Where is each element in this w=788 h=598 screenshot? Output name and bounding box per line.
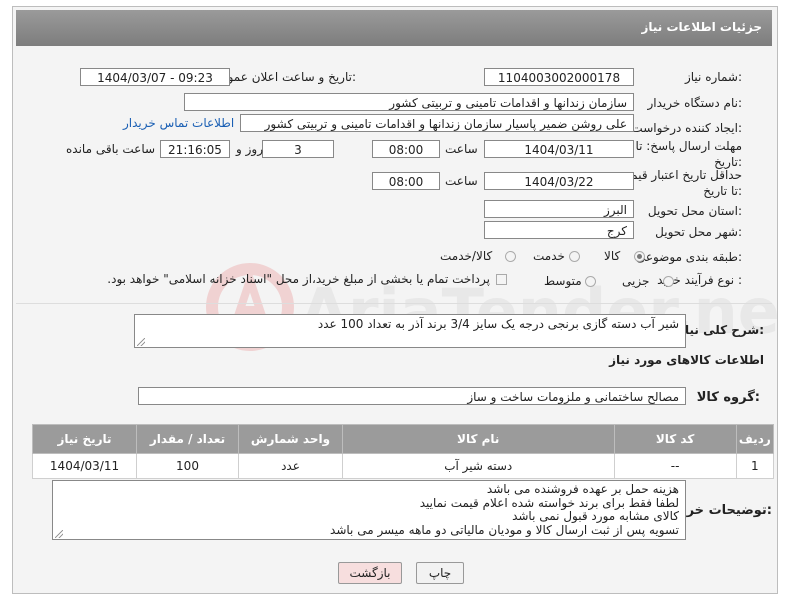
goods-table-header: ردیف کد کالا نام کالا واحد شمارش تعداد /… (31, 424, 775, 454)
purchase-option-minor: جزیی (622, 274, 650, 288)
need-number-label: شماره نیاز: (684, 70, 742, 84)
row-quantity: 100 (136, 453, 239, 479)
validity-time-field: 08:00 (372, 172, 440, 190)
row-unit: عدد (237, 453, 343, 479)
days-label: روز و (236, 142, 263, 156)
city-field: کرج (484, 221, 634, 239)
city-label: شهر محل تحویل: (655, 225, 742, 239)
column-header-date: تاریخ نیاز (31, 424, 138, 454)
row-index: 1 (735, 453, 775, 479)
reply-time-field: 08:00 (372, 140, 440, 158)
column-header-name: نام کالا (341, 424, 615, 454)
remaining-time-field: 21:16:05 (160, 140, 230, 158)
reply-date-field: 1404/03/11 (484, 140, 634, 158)
goods-table: ردیف کد کالا نام کالا واحد شمارش تعداد /… (31, 424, 775, 479)
category-label: طبقه بندی موضوعی: (635, 250, 742, 264)
buyer-note-line: هزینه حمل بر عهده فروشنده می باشد (486, 482, 679, 496)
category-option-service: خدمت (533, 249, 565, 263)
row-date: 1404/03/11 (31, 453, 138, 479)
back-button[interactable]: بازگشت (338, 562, 402, 584)
days-field: 3 (262, 140, 334, 158)
row-name: دسته شیر آب (341, 453, 615, 479)
description-text: شیر آب دسته گازی برنجی درجه یک سایز 3/4 … (317, 317, 679, 331)
column-header-unit: واحد شمارش (237, 424, 343, 454)
goods-group-label: گروه کالا: (696, 390, 760, 405)
category-option-goods: کالا (604, 249, 621, 263)
buyer-note-line: کالای مشابه مورد قبول نمی باشد (512, 509, 679, 523)
page-header: جزئیات اطلاعات نیاز (16, 10, 772, 46)
province-label: استان محل تحویل: (647, 204, 742, 218)
province-field: البرز (484, 200, 634, 218)
reply-time-label: ساعت (445, 142, 478, 156)
purchase-option-medium: متوسط (544, 274, 582, 288)
announce-date-field: 1404/03/07 - 09:23 (80, 68, 230, 86)
treasury-payment-note: پرداخت تمام یا بخشی از مبلغ خرید،از محل … (107, 272, 490, 286)
goods-group-field: مصالح ساختمانی و ملزومات ساخت و ساز (138, 387, 686, 405)
treasury-payment-checkbox[interactable] (496, 274, 507, 285)
buyer-org-field: سازمان زندانها و اقدامات تامینی و تربیتی… (184, 93, 634, 111)
category-radio-goods[interactable] (634, 251, 645, 262)
resize-grip-icon[interactable] (55, 530, 63, 538)
row-code: -- (613, 453, 737, 479)
description-label: شرح کلی نیاز: (678, 323, 764, 337)
creator-label: ایجاد کننده درخواست: (631, 121, 742, 135)
category-radio-goods-service[interactable] (505, 251, 516, 262)
description-textarea[interactable]: شیر آب دسته گازی برنجی درجه یک سایز 3/4 … (134, 314, 686, 348)
buyer-contact-link[interactable]: اطلاعات تماس خریدار (123, 116, 234, 130)
purchase-radio-minor[interactable] (663, 276, 674, 287)
print-button[interactable]: چاپ (416, 562, 464, 584)
remaining-time-label: ساعت باقی مانده (66, 142, 156, 156)
buyer-org-label: نام دستگاه خریدار: (647, 96, 743, 110)
announce-date-label: تاریخ و ساعت اعلان عمومی: (211, 70, 356, 84)
validity-time-label: ساعت (445, 174, 478, 188)
reply-deadline-label: مهلت ارسال پاسخ: تا تاریخ: (635, 139, 742, 169)
creator-field: علی روشن ضمیر پاسیار سازمان زندانها و اق… (240, 114, 634, 132)
buyer-notes-textarea[interactable]: هزینه حمل بر عهده فروشنده می باشد لطفا ف… (52, 480, 686, 540)
validity-date-field: 1404/03/22 (484, 172, 634, 190)
buyer-note-line: تسویه پس از ثبت ارسال کالا و مودیان مالی… (330, 522, 679, 537)
column-header-code: کد کالا (613, 424, 737, 454)
purchase-radio-medium[interactable] (585, 276, 596, 287)
divider (16, 303, 772, 304)
page-title: جزئیات اطلاعات نیاز (641, 20, 762, 34)
category-radio-service[interactable] (569, 251, 580, 262)
column-header-quantity: تعداد / مقدار (136, 424, 239, 454)
resize-grip-icon[interactable] (137, 338, 145, 346)
need-number-field: 1104003002000178 (484, 68, 634, 86)
column-header-index: ردیف (735, 424, 775, 454)
goods-section-title: اطلاعات کالاهای مورد نیاز (609, 353, 764, 367)
buyer-note-line: لطفا فقط برای برند خواسته شده اعلام قیمت… (419, 495, 679, 510)
category-option-goods-service: کالا/خدمت (440, 249, 493, 263)
table-row: 1 -- دسته شیر آب عدد 100 1404/03/11 (31, 453, 775, 479)
